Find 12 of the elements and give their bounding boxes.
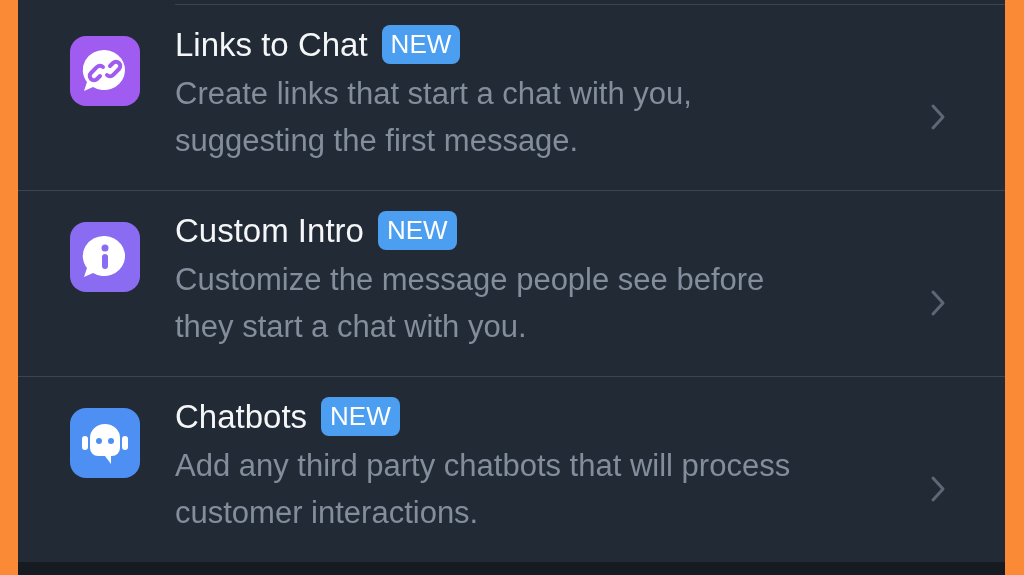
new-badge: NEW bbox=[381, 25, 461, 64]
new-badge: NEW bbox=[321, 397, 400, 436]
row-description: Add any third party chatbots that will process customer interactions. bbox=[175, 447, 792, 532]
row-description: Create links that start a chat with you, suggesting the first message. bbox=[175, 75, 693, 160]
new-badge: NEW bbox=[377, 211, 457, 250]
row-title: Custom Intro bbox=[175, 211, 364, 250]
row-title: Chatbots bbox=[175, 397, 308, 436]
chevron-right-icon[interactable] bbox=[930, 475, 946, 503]
row-title: Links to Chat bbox=[175, 25, 368, 64]
chevron-right-icon[interactable] bbox=[930, 289, 946, 317]
chevron-right-icon[interactable] bbox=[930, 103, 946, 131]
row-description: Customize the message people see before they start a chat with you. bbox=[175, 261, 766, 346]
